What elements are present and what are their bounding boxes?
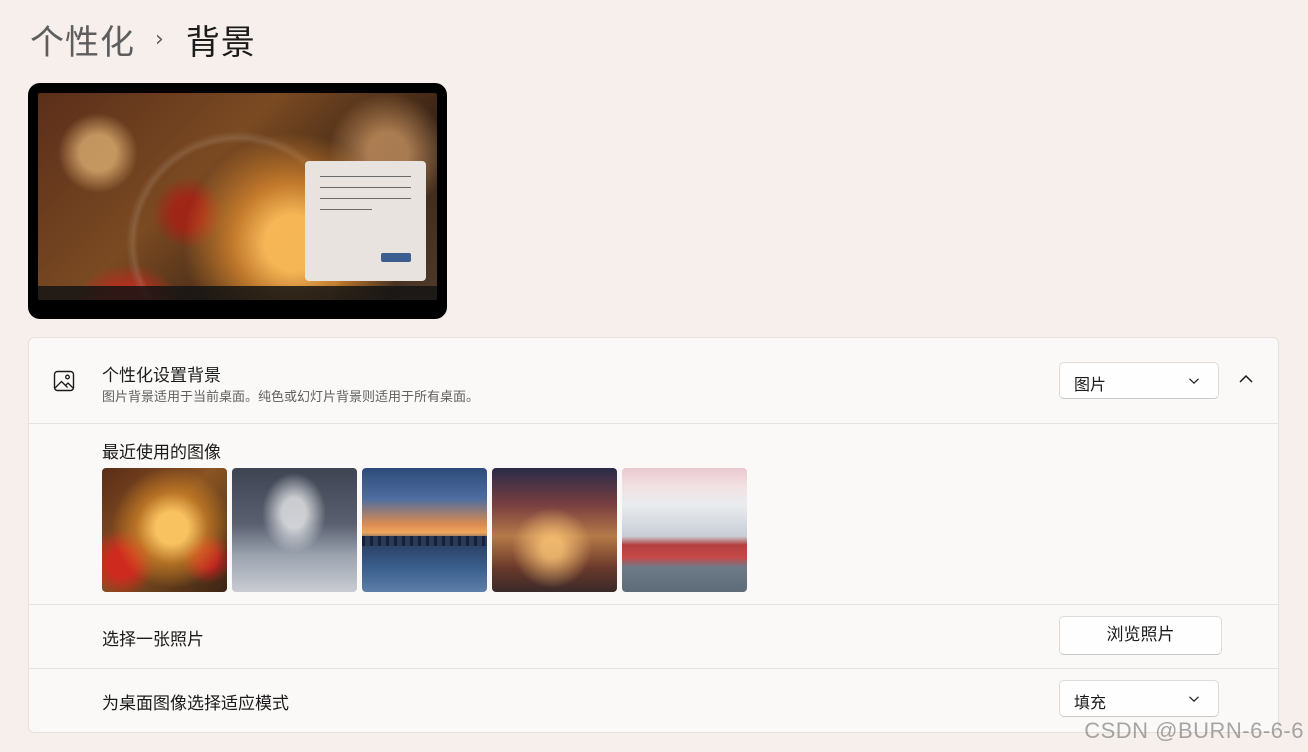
background-type-row: 个性化设置背景 图片背景适用于当前桌面。纯色或幻灯片背景则适用于所有桌面。 图片 (29, 338, 1278, 423)
recent-images-label: 最近使用的图像 (102, 443, 221, 463)
choose-photo-label: 选择一张照片 (102, 630, 204, 650)
breadcrumb-separator: › (155, 26, 164, 52)
divider (29, 423, 1278, 424)
chevron-up-icon[interactable] (1238, 373, 1254, 385)
preview-wallpaper (38, 93, 437, 300)
breadcrumb: 个性化 › 背景 (30, 15, 256, 64)
recent-image-snow-globe[interactable] (102, 468, 227, 592)
breadcrumb-parent-personalization[interactable]: 个性化 (30, 15, 135, 64)
divider (29, 668, 1278, 669)
background-settings-card: 个性化设置背景 图片背景适用于当前桌面。纯色或幻灯片背景则适用于所有桌面。 图片… (28, 337, 1279, 733)
image-icon (53, 370, 75, 392)
preview-window (305, 161, 426, 281)
page-title: 背景 (185, 22, 256, 63)
preview-window-button (381, 253, 411, 262)
fit-mode-label: 为桌面图像选择适应模式 (102, 694, 289, 714)
recent-image-red-cabins[interactable] (622, 468, 747, 592)
chevron-down-icon (1189, 378, 1199, 385)
recent-image-pier-sunset[interactable] (362, 468, 487, 592)
desktop-preview (28, 83, 447, 319)
browse-photos-button[interactable]: 浏览照片 (1059, 616, 1222, 655)
recent-image-cranes[interactable] (232, 468, 357, 592)
background-title: 个性化设置背景 (102, 366, 221, 386)
recent-image-market-square[interactable] (492, 468, 617, 592)
divider (29, 604, 1278, 605)
background-type-dropdown[interactable]: 图片 (1059, 362, 1219, 399)
watermark: CSDN @BURN-6-6-6 (1084, 718, 1304, 743)
background-type-value: 图片 (1074, 375, 1107, 394)
background-description: 图片背景适用于当前桌面。纯色或幻灯片背景则适用于所有桌面。 (102, 390, 480, 405)
fit-mode-dropdown[interactable]: 填充 (1059, 680, 1219, 717)
fit-mode-value: 填充 (1074, 693, 1107, 712)
preview-taskbar (38, 286, 437, 300)
chevron-down-icon (1189, 696, 1199, 703)
